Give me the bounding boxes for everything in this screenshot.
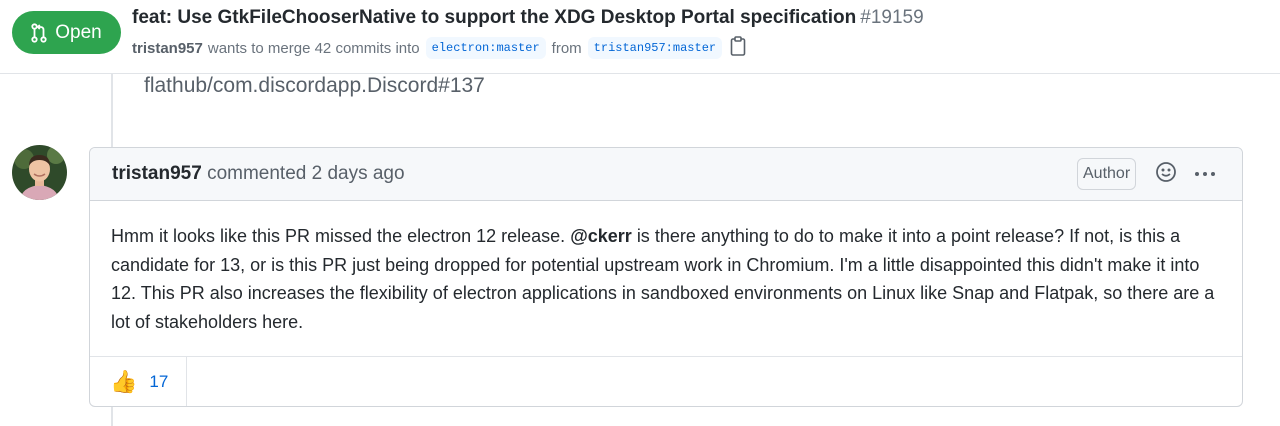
comment-body: Hmm it looks like this PR missed the ele… <box>90 201 1242 357</box>
git-pull-request-icon <box>31 22 47 43</box>
pr-from-text: from <box>551 39 582 57</box>
pr-sticky-header: Open feat: Use GtkFileChooserNative to s… <box>0 0 1280 74</box>
smiley-icon <box>1155 161 1177 188</box>
user-mention-link[interactable]: @ckerr <box>570 226 632 246</box>
comment-text-part1: Hmm it looks like this PR missed the ele… <box>111 226 566 246</box>
pr-title: feat: Use GtkFileChooserNative to suppor… <box>132 7 924 29</box>
thumbs-up-icon: 👍 <box>110 369 138 394</box>
kebab-dot <box>1211 172 1215 176</box>
pr-state-badge: Open <box>12 11 121 54</box>
comment-meta: tristan957 commented 2 days ago <box>112 163 405 185</box>
pr-state-label: Open <box>55 21 102 43</box>
reactions-bar: 👍 17 <box>90 357 1242 406</box>
pr-title-text: feat: Use GtkFileChooserNative to suppor… <box>132 7 857 28</box>
pr-merge-text: wants to merge 42 commits into <box>207 39 420 57</box>
add-reaction-button[interactable] <box>1153 161 1179 187</box>
previous-comment-text: flathub/com.discordapp.Discord#137 <box>144 74 485 97</box>
base-branch-link[interactable]: electron:master <box>425 37 546 59</box>
copy-icon[interactable] <box>730 36 746 60</box>
pr-number: #19159 <box>860 7 924 28</box>
kebab-dot <box>1195 172 1199 176</box>
comment-author-link[interactable]: tristan957 <box>112 163 202 184</box>
comment-timestamp[interactable]: commented 2 days ago <box>207 163 405 184</box>
pr-author-link[interactable]: tristan957 <box>132 40 203 57</box>
pr-meta: tristan957 wants to merge 42 commits int… <box>132 36 746 60</box>
reaction-thumbs-up[interactable]: 👍 17 <box>90 357 187 406</box>
kebab-dot <box>1203 172 1207 176</box>
comment-header: tristan957 commented 2 days ago Author <box>90 148 1242 201</box>
avatar[interactable] <box>12 145 67 200</box>
reaction-count: 17 <box>149 372 169 391</box>
comment-options-button[interactable] <box>1191 161 1219 187</box>
author-badge: Author <box>1077 158 1137 190</box>
comment-box: tristan957 commented 2 days ago Author H… <box>89 147 1243 407</box>
head-branch-link[interactable]: tristan957:master <box>587 37 723 59</box>
